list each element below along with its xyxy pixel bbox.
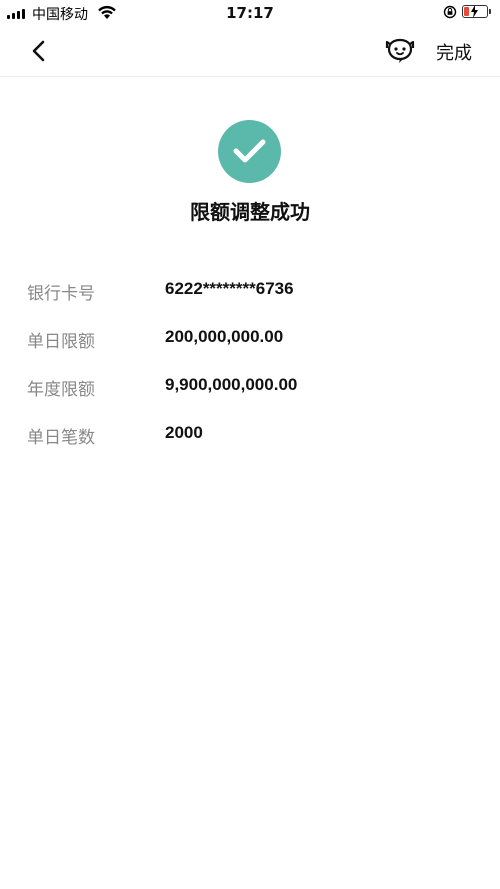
check-circle-icon [218, 120, 281, 183]
status-time: 17:17 [226, 4, 274, 22]
customer-service-icon [385, 38, 415, 63]
battery-icon [462, 5, 491, 18]
detail-label: 银行卡号 [27, 284, 95, 304]
detail-value: 9,900,000,000.00 [165, 375, 298, 394]
limit-details: 银行卡号 6222********6736 单日限额 200,000,000.0… [0, 272, 500, 464]
detail-row-card-number: 银行卡号 6222********6736 [0, 272, 500, 320]
done-button[interactable]: 完成 [436, 39, 472, 65]
detail-row-daily-count: 单日笔数 2000 [0, 416, 500, 464]
navigation-bar: 完成 [0, 26, 500, 77]
detail-label: 单日限额 [27, 332, 95, 352]
back-button[interactable] [26, 38, 52, 64]
customer-service-button[interactable] [384, 37, 416, 65]
detail-row-daily-limit: 单日限额 200,000,000.00 [0, 320, 500, 368]
result-title: 限额调整成功 [190, 200, 310, 224]
detail-row-annual-limit: 年度限额 9,900,000,000.00 [0, 368, 500, 416]
detail-label: 单日笔数 [27, 428, 95, 448]
chevron-left-icon [32, 40, 45, 62]
detail-label: 年度限额 [27, 380, 95, 400]
status-bar: 中国移动 17:17 [0, 0, 500, 26]
detail-value: 200,000,000.00 [165, 327, 284, 346]
rotation-lock-icon [443, 5, 457, 19]
detail-value: 2000 [165, 423, 203, 442]
detail-value: 6222********6736 [165, 279, 294, 298]
